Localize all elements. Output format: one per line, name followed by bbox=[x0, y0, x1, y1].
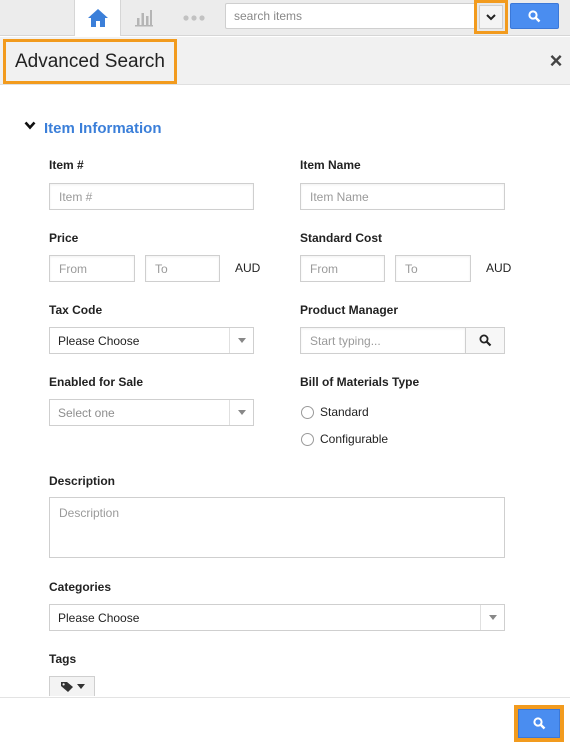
product-manager-input[interactable] bbox=[300, 327, 466, 354]
bom-type-option-label: Configurable bbox=[320, 432, 389, 446]
caret-down-icon bbox=[76, 684, 85, 689]
tax-code-select[interactable]: Please Choose bbox=[49, 327, 254, 354]
product-manager-search-button[interactable] bbox=[465, 327, 505, 354]
more-tab[interactable] bbox=[176, 0, 212, 36]
standard-cost-currency: AUD bbox=[486, 261, 512, 275]
dropdown-inner bbox=[479, 5, 503, 29]
description-label: Description bbox=[49, 474, 116, 488]
categories-select[interactable]: Please Choose bbox=[49, 604, 505, 631]
reports-tab[interactable] bbox=[121, 0, 166, 36]
chevron-down-icon bbox=[24, 121, 36, 130]
search-icon bbox=[528, 9, 541, 22]
price-from-input[interactable] bbox=[49, 255, 135, 282]
product-manager-label: Product Manager bbox=[300, 303, 399, 317]
description-textarea[interactable] bbox=[49, 497, 505, 558]
submit-search-button[interactable] bbox=[514, 705, 564, 742]
advanced-search-toggle-button[interactable] bbox=[474, 0, 508, 34]
home-tab[interactable] bbox=[74, 0, 121, 36]
search-icon bbox=[479, 334, 491, 347]
item-number-input[interactable] bbox=[49, 183, 254, 210]
standard-cost-to-input[interactable] bbox=[395, 255, 471, 282]
caret-down-icon bbox=[229, 400, 253, 425]
price-label: Price bbox=[49, 231, 79, 245]
bom-type-option-standard[interactable]: Standard bbox=[301, 405, 369, 419]
top-toolbar bbox=[0, 0, 570, 36]
radio-button[interactable] bbox=[301, 405, 314, 419]
chevron-down-icon bbox=[486, 13, 496, 20]
tax-code-value: Please Choose bbox=[58, 334, 140, 348]
tags-label: Tags bbox=[49, 652, 77, 666]
price-to-input[interactable] bbox=[145, 255, 220, 282]
home-icon bbox=[87, 9, 108, 27]
standard-cost-from-input[interactable] bbox=[300, 255, 385, 282]
enabled-for-sale-value: Select one bbox=[58, 406, 115, 420]
bom-type-label: Bill of Materials Type bbox=[300, 375, 420, 389]
price-currency: AUD bbox=[235, 261, 261, 275]
tags-dropdown-button[interactable] bbox=[49, 676, 95, 696]
tag-icon bbox=[60, 681, 73, 692]
section-title[interactable]: Item Information bbox=[44, 120, 162, 137]
caret-down-icon bbox=[229, 328, 253, 353]
radio-button[interactable] bbox=[301, 432, 314, 446]
more-dots-icon bbox=[183, 15, 205, 21]
categories-label: Categories bbox=[49, 580, 112, 594]
item-number-label: Item # bbox=[49, 158, 84, 172]
categories-value: Please Choose bbox=[58, 611, 140, 625]
search-icon bbox=[532, 717, 545, 730]
item-name-label: Item Name bbox=[300, 158, 361, 172]
enabled-for-sale-select[interactable]: Select one bbox=[49, 399, 254, 426]
item-name-input[interactable] bbox=[300, 183, 505, 210]
submit-search-inner bbox=[518, 709, 560, 738]
bom-type-option-configurable[interactable]: Configurable bbox=[301, 432, 388, 446]
bom-type-option-label: Standard bbox=[320, 405, 369, 419]
standard-cost-label: Standard Cost bbox=[300, 231, 383, 245]
caret-down-icon bbox=[480, 605, 504, 630]
tax-code-label: Tax Code bbox=[49, 303, 103, 317]
dialog-title: Advanced Search bbox=[3, 39, 177, 84]
dialog-footer bbox=[0, 697, 570, 747]
bar-chart-icon bbox=[134, 10, 153, 27]
section-collapse-toggle[interactable] bbox=[24, 121, 36, 130]
search-input[interactable] bbox=[225, 3, 475, 29]
close-icon[interactable]: × bbox=[546, 49, 566, 73]
enabled-for-sale-label: Enabled for Sale bbox=[49, 375, 144, 389]
search-button[interactable] bbox=[510, 3, 559, 29]
dialog-header: Advanced Search × bbox=[0, 37, 570, 85]
